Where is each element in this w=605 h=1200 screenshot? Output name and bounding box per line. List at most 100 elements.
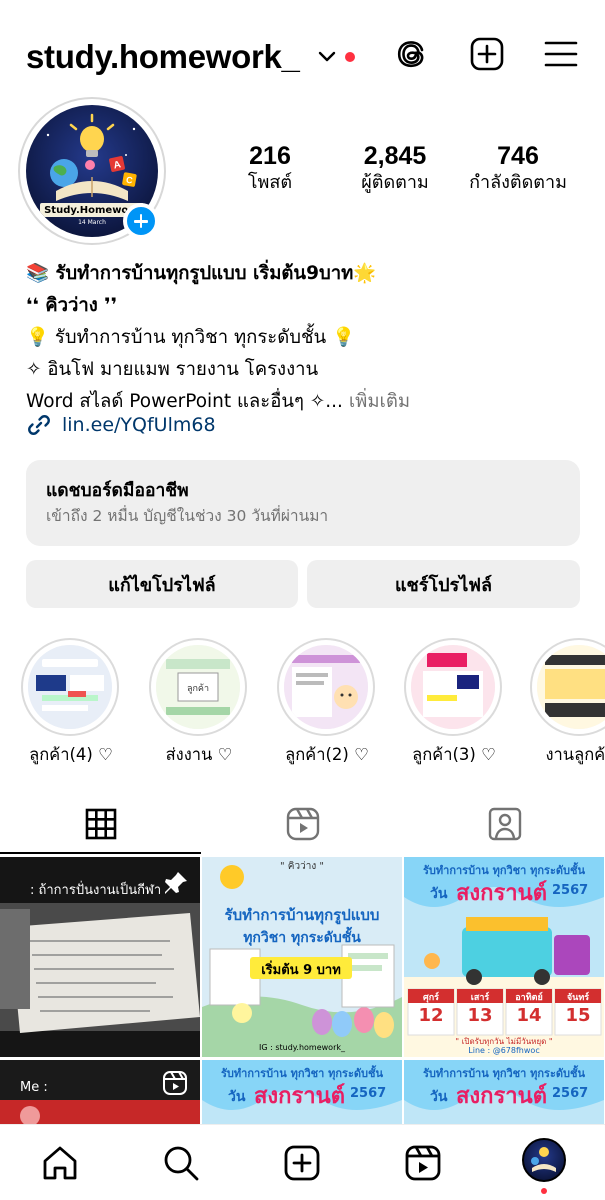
highlight-ring <box>277 638 375 736</box>
post-day-prefix: วัน <box>430 1089 448 1105</box>
highlight-cover <box>537 645 605 729</box>
highlight-ring <box>21 638 119 736</box>
following-count-label: กำลังติดตาม <box>469 172 567 193</box>
posts-grid: : ถ้าการปั่นงานเป็นกีฬา " คิวว่าง " รับท… <box>0 857 605 1127</box>
post-price: เริ่มต้น 9 บาท <box>261 963 341 978</box>
post-thumbnail[interactable]: : ถ้าการปั่นงานเป็นกีฬา <box>0 857 200 1057</box>
bio-line-2: ❛❛ คิวว่าง ❜❜ <box>26 295 118 316</box>
highlight-label: ส่งงาน ♡ <box>165 745 233 764</box>
chevron-down-icon[interactable] <box>318 50 336 64</box>
dashboard-title: แดชบอร์ดมืออาชีพ <box>46 481 189 501</box>
post-title-1: รับทำการบ้านทุกรูปแบบ <box>224 906 380 924</box>
post-thumbnail[interactable]: รับทำการบ้าน ทุกวิชา ทุกระดับชั้น วัน สง… <box>202 1060 402 1127</box>
new-post-icon[interactable] <box>469 36 505 72</box>
post-festival: สงกรานต์ <box>456 1084 547 1109</box>
followers-count[interactable]: 2,845 ผู้ติดตาม <box>340 142 450 196</box>
post-thumbnail[interactable]: Me : <box>0 1060 200 1127</box>
profile-nav-avatar[interactable] <box>522 1138 566 1182</box>
highlight-label: ลูกค้า(4) ♡ <box>29 745 113 764</box>
highlight-label: ลูกค้า(2) ♡ <box>285 745 369 764</box>
highlight-label: งานลูกค้า <box>545 745 605 764</box>
followers-count-value: 2,845 <box>363 142 427 170</box>
following-count[interactable]: 746 กำลังติดตาม <box>457 142 579 196</box>
home-icon[interactable] <box>40 1143 80 1183</box>
search-icon[interactable] <box>161 1143 201 1183</box>
profile-bio: 📚 รับทำการบ้านทุกรูปแบบ เริ่มต้น9บาท🌟 ❛❛… <box>26 258 596 418</box>
day-number: 12 <box>418 1005 444 1026</box>
post-ig: IG : study.homework_ <box>259 1043 345 1052</box>
more-link[interactable]: เพิ่มเติม <box>349 391 410 412</box>
bio-line-5-text: Word สไลด์ PowerPoint และอื่นๆ ✧... <box>26 391 343 412</box>
day-name: อาทิตย์ <box>515 993 543 1003</box>
following-count-value: 746 <box>497 142 539 170</box>
followers-count-label: ผู้ติดตาม <box>361 172 429 193</box>
reels-icon <box>286 807 319 841</box>
nav-notification-dot <box>541 1188 547 1194</box>
highlight-item[interactable]: งานลูกค้า <box>530 638 605 764</box>
post-thumbnail[interactable]: " คิวว่าง " รับทำการบ้านทุกรูปแบบ ทุกวิช… <box>202 857 402 1057</box>
highlight-item[interactable]: ลูกค้า(2) ♡ <box>277 638 377 764</box>
dashboard-subtitle: เข้าถึง 2 หมื่น บัญชีในช่วง 30 วันที่ผ่า… <box>46 507 329 525</box>
profile-header: study.homework_ <box>0 20 605 92</box>
post-year: 2567 <box>552 883 589 898</box>
bio-link[interactable]: lin.ee/YQfUlm68 <box>26 410 216 440</box>
post-caption: Me : <box>20 1080 48 1095</box>
highlight-cover <box>411 645 495 729</box>
post-thumbnail[interactable]: รับทำการบ้าน ทุกวิชา ทุกระดับชั้น วัน สง… <box>404 857 604 1057</box>
tab-reels[interactable] <box>202 798 403 850</box>
highlight-ring: ลูกค้า <box>149 638 247 736</box>
post-line-id: Line : @678fhwoc <box>468 1046 540 1055</box>
bio-line-4: ✧ อินโฟ มายแมพ รายงาน โครงงาน <box>26 359 319 380</box>
post-year: 2567 <box>552 1086 589 1101</box>
post-caption: : ถ้าการปั่นงานเป็นกีฬา <box>30 883 162 898</box>
post-thumbnail[interactable]: รับทำการบ้าน ทุกวิชา ทุกระดับชั้น วัน สง… <box>404 1060 604 1127</box>
day-number: 13 <box>467 1005 493 1026</box>
edit-profile-button[interactable]: แก้ไขโปรไฟล์ <box>26 560 298 608</box>
tab-tagged[interactable] <box>404 798 605 850</box>
day-number: 14 <box>516 1005 542 1026</box>
posts-count[interactable]: 216 โพสต์ <box>230 142 310 196</box>
day-name: จันทร์ <box>566 993 590 1003</box>
post-day-prefix: วัน <box>228 1089 246 1105</box>
profile-tabs <box>0 798 605 850</box>
day-name: ศุกร์ <box>423 993 439 1003</box>
day-number: 15 <box>565 1005 591 1026</box>
username-switcher[interactable]: study.homework_ <box>26 38 300 76</box>
post-year: 2567 <box>350 1086 387 1101</box>
bottom-navigation <box>0 1124 605 1200</box>
highlight-item[interactable]: ลูกค้า(4) ♡ <box>21 638 121 764</box>
post-tag: " คิวว่าง " <box>280 861 324 872</box>
svg-text:ลูกค้า: ลูกค้า <box>187 683 209 694</box>
professional-dashboard[interactable]: แดชบอร์ดมืออาชีพ เข้าถึง 2 หมื่น บัญชีใน… <box>26 460 580 546</box>
add-story-button[interactable] <box>123 203 159 239</box>
create-icon[interactable] <box>282 1143 322 1183</box>
post-festival: สงกรานต์ <box>254 1084 345 1109</box>
post-title-2: ทุกวิชา ทุกระดับชั้น <box>243 930 361 946</box>
menu-icon[interactable] <box>543 36 579 72</box>
highlight-cover <box>284 645 368 729</box>
highlight-label: ลูกค้า(3) ♡ <box>412 745 496 764</box>
bio-line-1: 📚 รับทำการบ้านทุกรูปแบบ เริ่มต้น9บาท🌟 <box>26 263 377 284</box>
reel-badge-icon <box>163 1071 187 1095</box>
active-tab-indicator <box>0 852 201 854</box>
tagged-icon <box>488 807 521 841</box>
threads-icon[interactable] <box>393 36 429 72</box>
highlight-item[interactable]: ลูกค้า ส่งงาน ♡ <box>149 638 249 764</box>
posts-count-label: โพสต์ <box>247 172 293 193</box>
highlight-item[interactable]: ลูกค้า(3) ♡ <box>404 638 504 764</box>
highlight-cover <box>28 645 112 729</box>
bio-link-text: lin.ee/YQfUlm68 <box>62 414 216 436</box>
pin-icon <box>165 872 187 894</box>
post-day-prefix: วัน <box>430 886 448 902</box>
bio-line-3: 💡 รับทำการบ้าน ทุกวิชา ทุกระดับชั้น 💡 <box>26 327 356 348</box>
link-icon <box>28 415 50 435</box>
highlight-ring <box>530 638 605 736</box>
reels-nav-icon[interactable] <box>403 1143 443 1183</box>
highlight-ring <box>404 638 502 736</box>
share-profile-button[interactable]: แชร์โปรไฟล์ <box>307 560 580 608</box>
highlight-cover: ลูกค้า <box>156 645 240 729</box>
tab-posts-grid[interactable] <box>0 798 201 850</box>
post-festival: สงกรานต์ <box>456 881 547 906</box>
grid-icon <box>85 808 116 840</box>
posts-count-value: 216 <box>249 142 291 170</box>
